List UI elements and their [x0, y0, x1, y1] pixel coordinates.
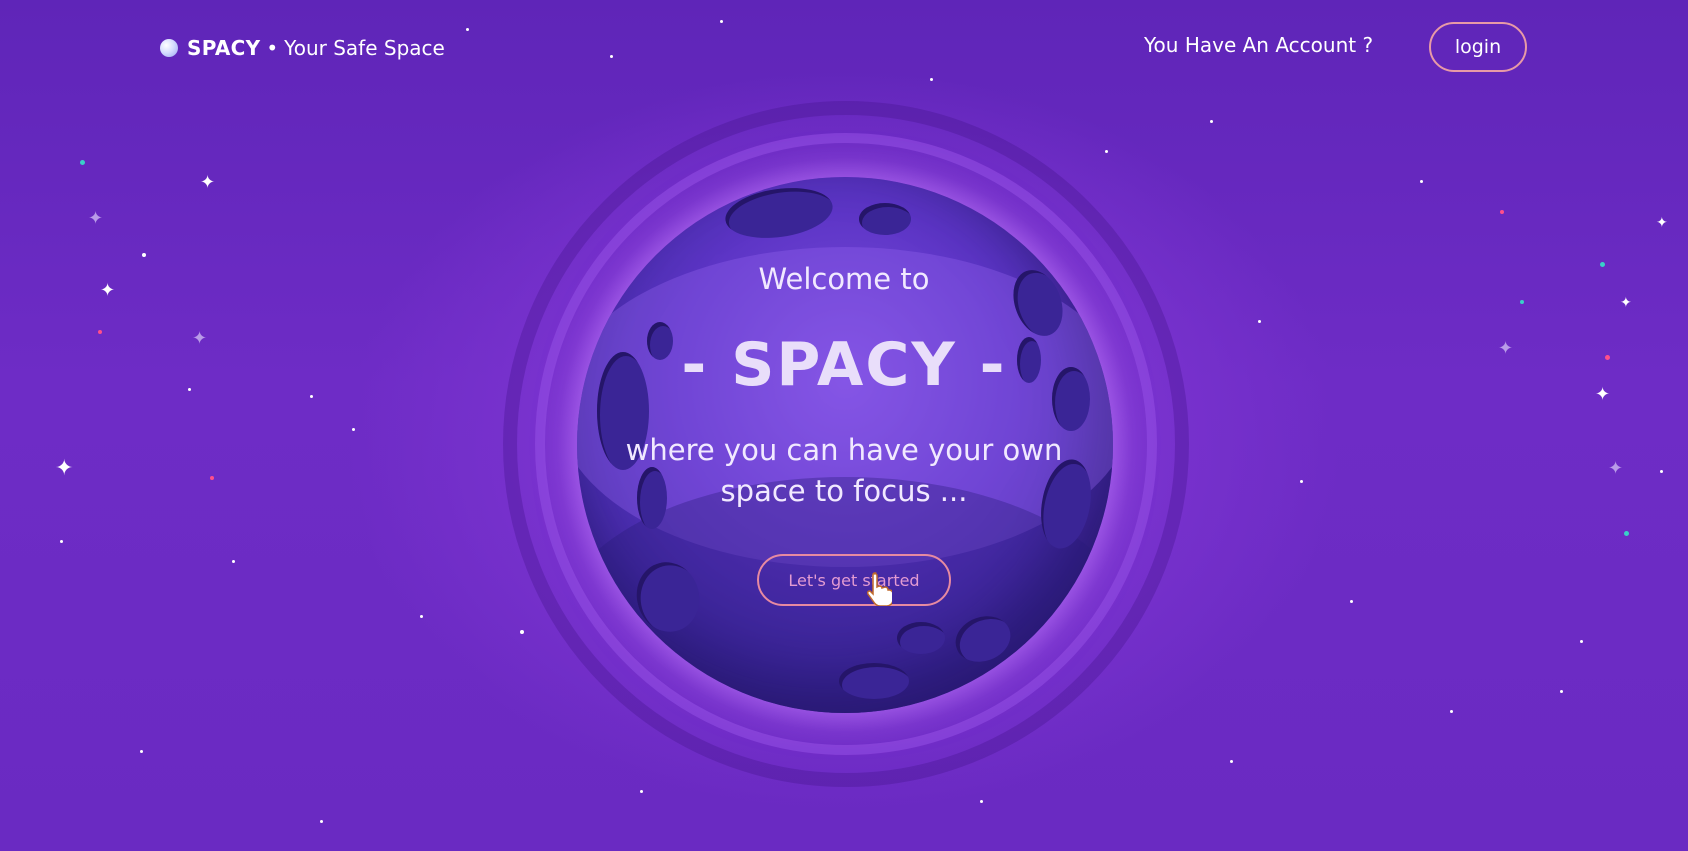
- tagline-line-1: where you can have your own: [625, 433, 1063, 467]
- hand-cursor-icon: [867, 572, 892, 606]
- brand-tagline: Your Safe Space: [284, 36, 445, 60]
- brand-name: SPACY: [187, 36, 261, 60]
- hero-tagline: where you can have your own space to foc…: [0, 430, 1688, 512]
- brand-separator: •: [266, 36, 279, 60]
- tagline-line-2: space to focus ...: [720, 474, 968, 508]
- sparkle-icon: ✦: [1620, 295, 1632, 311]
- account-question: You Have An Account ?: [1144, 33, 1374, 57]
- login-button[interactable]: login: [1429, 22, 1527, 72]
- get-started-button[interactable]: Let's get started: [757, 554, 951, 606]
- hero-title: - SPACY -: [681, 330, 1007, 400]
- sparkle-icon: ✦: [88, 208, 104, 229]
- brand-logo[interactable]: SPACY • Your Safe Space: [160, 36, 445, 60]
- welcome-text: Welcome to: [758, 262, 930, 296]
- sparkle-icon: ✦: [200, 172, 216, 193]
- planet-dot-icon: [160, 39, 178, 57]
- sparkle-icon: ✦: [1656, 215, 1668, 231]
